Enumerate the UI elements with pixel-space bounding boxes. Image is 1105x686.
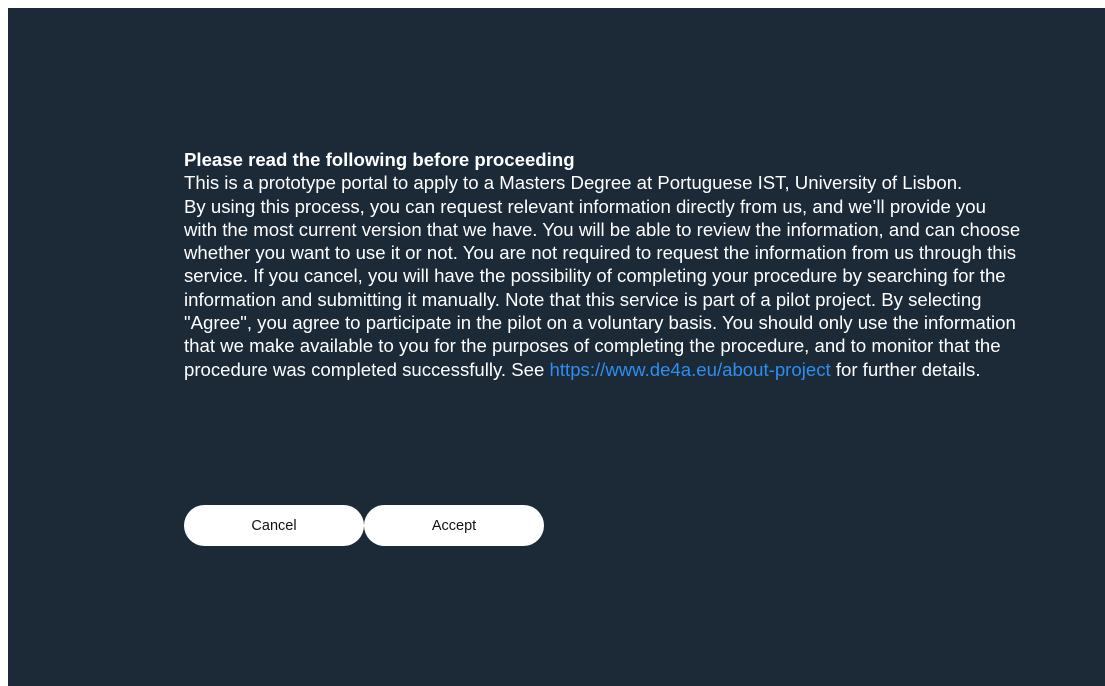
consent-actions: Cancel Accept	[184, 505, 544, 547]
consent-screen: Please read the following before proceed…	[8, 8, 1105, 686]
consent-notice: Please read the following before proceed…	[184, 148, 1024, 381]
notice-body-text: By using this process, you can request r…	[184, 195, 1021, 380]
about-project-link[interactable]: https://www.de4a.eu/about-project	[550, 359, 831, 380]
notice-body: By using this process, you can request r…	[184, 195, 1024, 381]
notice-intro: This is a prototype portal to apply to a…	[184, 172, 963, 194]
cancel-button[interactable]: Cancel	[184, 505, 364, 546]
accept-button[interactable]: Accept	[364, 505, 544, 546]
notice-heading: Please read the following before proceed…	[184, 149, 575, 170]
notice-body-tail: for further details.	[830, 358, 981, 380]
